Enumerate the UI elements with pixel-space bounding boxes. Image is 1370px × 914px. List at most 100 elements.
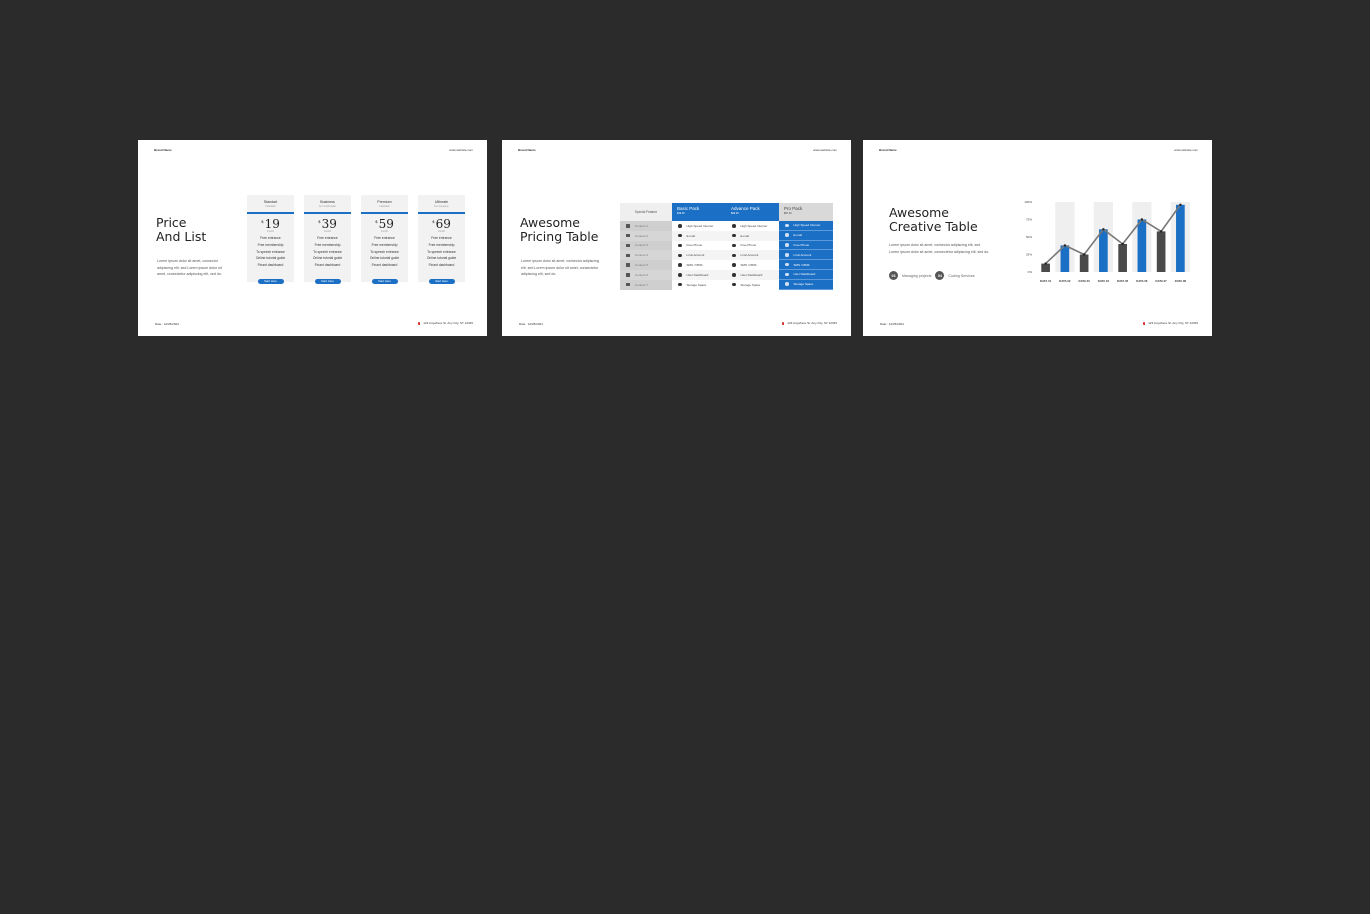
currency-symbol: $ bbox=[375, 219, 378, 224]
start-here-button[interactable]: Start Here bbox=[257, 278, 284, 284]
pack-header[interactable]: Advance Pack $69.00 bbox=[726, 203, 779, 221]
plan-name: Premium bbox=[377, 200, 392, 204]
start-here-button[interactable]: Start Here bbox=[371, 278, 398, 284]
bar-line-chart: 0% 25% 50% 75% 100% DATA 01 DATA 02 DATA 03 DATA… bbox=[1024, 200, 1190, 283]
check-icon bbox=[678, 273, 682, 277]
pack-price: $69.00 bbox=[731, 212, 739, 215]
bar-data-03 bbox=[1079, 254, 1089, 272]
pack-feature-row: User Dashboard bbox=[779, 269, 833, 280]
feature-row: Content 5 bbox=[620, 260, 672, 270]
feature-label: Content 7 bbox=[635, 282, 649, 287]
x-tick-label: DATA 01 bbox=[1040, 279, 1052, 283]
pack-feature-row: E-mail bbox=[672, 230, 726, 241]
plan-subtitle: Individual bbox=[379, 205, 390, 208]
y-tick-label: 0% bbox=[1028, 270, 1033, 274]
pack-feature-label: Storage Space bbox=[686, 282, 707, 287]
accent-divider bbox=[361, 212, 408, 214]
currency-symbol: $ bbox=[261, 219, 264, 224]
website: www.website.com bbox=[449, 148, 473, 152]
feature-row: Content 2 bbox=[620, 230, 672, 241]
pack-feature-row: Free Phone bbox=[779, 240, 833, 251]
y-tick-label: 75% bbox=[1026, 218, 1032, 222]
currency-symbol: $ bbox=[432, 219, 435, 224]
pack-feature-label: E-mail bbox=[793, 233, 803, 238]
trend-point bbox=[1044, 262, 1047, 265]
location-pin-icon bbox=[782, 321, 785, 325]
feature-item: To speech entrance bbox=[427, 249, 456, 254]
feature-label: Content 5 bbox=[635, 263, 649, 268]
check-icon bbox=[785, 233, 789, 237]
feature-item: Online tutorial guide bbox=[426, 256, 457, 261]
pack-feature-row: Limit Account bbox=[779, 250, 833, 261]
pack-header[interactable]: Basic Pack $49.00 bbox=[672, 203, 726, 221]
price-value: 19 bbox=[264, 217, 280, 231]
feature-item: To speech entrance bbox=[313, 249, 342, 254]
feature-icon bbox=[626, 273, 630, 277]
feature-item: Free entrance bbox=[317, 236, 338, 240]
slide-pricing-table[interactable]: Brand Name www.website.com Awesome Prici… bbox=[502, 140, 851, 336]
pack-feature-row: High Speed Internet bbox=[779, 221, 833, 231]
trend-point bbox=[1063, 244, 1067, 247]
check-icon bbox=[785, 223, 789, 228]
feature-item: Free membership bbox=[257, 242, 284, 247]
pack-column: Advance Pack $69.00 High Speed Internet E-m… bbox=[726, 203, 779, 290]
plan-price: $19 bbox=[247, 217, 294, 231]
feature-icon bbox=[626, 233, 630, 238]
date: Date : 12/25/2024 bbox=[880, 322, 904, 326]
start-here-button[interactable]: Start Here bbox=[428, 278, 455, 284]
feature-item: Free entrance bbox=[260, 236, 281, 240]
pack-feature-label: User Dashboard bbox=[686, 272, 709, 277]
pack-feature-row: User Dashboard bbox=[726, 269, 779, 280]
x-tick-label: DATA 07 bbox=[1156, 279, 1168, 283]
badge-number: 03 bbox=[889, 271, 898, 280]
feature-row: Content 3 bbox=[620, 240, 672, 251]
feature-item: Finant dashboard bbox=[314, 263, 341, 268]
title-line-2: And List bbox=[156, 229, 207, 244]
slide-price-list[interactable]: Brand Name www.website.com Price And Lis… bbox=[138, 140, 487, 336]
pack-column: Basic Pack $49.00 High Speed Internet E-mai… bbox=[672, 203, 726, 290]
feature-item: Finant dashboard bbox=[371, 263, 398, 268]
badge-number: 04 bbox=[935, 271, 945, 280]
body-text: Lorem ipsum dolor sit amet, consectur ad… bbox=[521, 259, 599, 276]
y-tick-label: 50% bbox=[1026, 235, 1032, 239]
plan-subtitle: For small studio bbox=[319, 205, 336, 208]
pack-feature-label: Limit Account bbox=[686, 253, 705, 258]
feature-row: Content 4 bbox=[620, 250, 672, 261]
pack-column: Pro Pack $97.00 High Speed Internet E-mail F… bbox=[779, 203, 833, 290]
pack-name: Basic Pack bbox=[677, 206, 700, 211]
location-pin-icon bbox=[418, 321, 421, 325]
feature-item: Free membership bbox=[371, 242, 398, 247]
start-here-button[interactable]: Start Here bbox=[314, 278, 341, 284]
title-line-1: Price bbox=[156, 215, 187, 230]
pack-price: $49.00 bbox=[677, 212, 685, 215]
pack-header[interactable]: Pro Pack $97.00 bbox=[779, 203, 833, 221]
pack-feature-label: Limit Account bbox=[740, 253, 759, 258]
legend-label: Managing projects bbox=[902, 273, 932, 278]
pack-feature-label: High Speed Internet bbox=[686, 223, 714, 228]
feature-column: Special Feature Content 1 Content 2 Content… bbox=[620, 203, 672, 290]
pack-feature-label: Free Phone bbox=[793, 242, 810, 247]
feature-list: Free entrance Free membership To speech en… bbox=[361, 235, 408, 269]
x-tick-label: DATA 02 bbox=[1059, 279, 1071, 283]
pack-name: Pro Pack bbox=[784, 206, 803, 211]
y-tick-label: 25% bbox=[1026, 253, 1032, 257]
pack-feature-row: E-mail bbox=[726, 230, 779, 241]
bar-data-05 bbox=[1118, 244, 1127, 272]
brand-name: Brand Name bbox=[154, 148, 172, 152]
check-icon bbox=[678, 243, 682, 248]
pack-feature-row: High Speed Internet bbox=[726, 221, 779, 231]
price-value: 39 bbox=[321, 217, 337, 231]
body-text: Lorem ipsum dolor sit amet, consectur ad… bbox=[157, 259, 222, 276]
legend-label: Coding Services bbox=[948, 273, 975, 278]
pack-feature-label: Storage Space bbox=[740, 282, 761, 287]
date: Date : 12/25/2024 bbox=[155, 322, 179, 326]
pack-feature-label: SMS / MMS bbox=[686, 263, 703, 268]
currency-symbol: $ bbox=[318, 219, 321, 224]
slide-creative-table[interactable]: Brand Name www.website.com Awesome Creat… bbox=[863, 140, 1212, 336]
pack-feature-row: SMS / MMS bbox=[726, 260, 779, 270]
trend-point bbox=[1140, 218, 1144, 221]
pack-feature-label: SMS / MMS bbox=[793, 262, 810, 267]
address-text: 123 Anywhere St. Any City, ST 12345 bbox=[787, 321, 837, 325]
address: 123 Anywhere St. Any City, ST 12345 bbox=[418, 321, 473, 325]
plan-price: $39 bbox=[304, 217, 351, 231]
